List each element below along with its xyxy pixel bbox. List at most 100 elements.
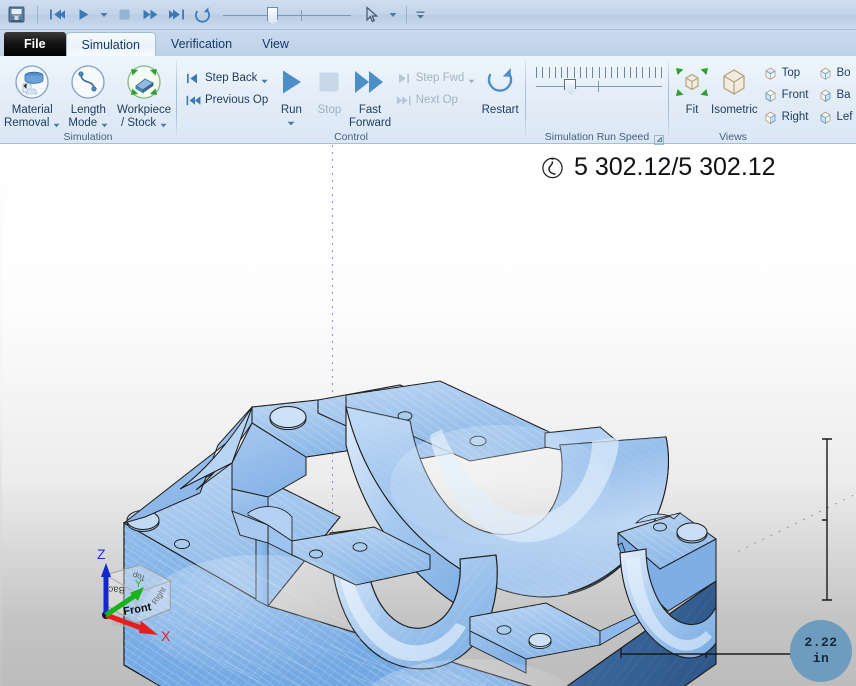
button-label-line1: Run [280, 104, 302, 116]
fast-forward-icon [351, 63, 389, 101]
next-op-icon [396, 92, 413, 109]
view-cube-left-icon [817, 109, 834, 126]
run-speed-control [530, 61, 662, 99]
button-label: Right [781, 111, 809, 123]
run-caret-down-icon[interactable] [287, 117, 295, 125]
slider-handle[interactable] [563, 79, 576, 90]
tab-verification[interactable]: Verification [156, 32, 247, 56]
toolbar-divider-2 [406, 5, 407, 24]
slider-mid-tick [597, 81, 599, 92]
stop-button[interactable] [112, 4, 136, 26]
ribbon-group-views: Fit Isometric Top Bo Front Ba Right Lef … [669, 56, 855, 144]
workpiece-stock-icon [125, 63, 163, 101]
tab-file[interactable]: File [4, 32, 66, 56]
material-removal-icon [13, 63, 51, 101]
scale-value: 2.22 [804, 635, 838, 650]
group-title-views: Views [719, 131, 747, 143]
slider-mid-tick [301, 9, 303, 21]
scale-value-badge: 2.22 in [790, 620, 852, 682]
button-label-line1: Fast [358, 104, 382, 116]
tab-simulation[interactable]: Simulation [65, 32, 156, 56]
button-label: Ba [836, 89, 851, 101]
button-label: Bo [836, 67, 851, 79]
caret-down-icon[interactable] [261, 75, 268, 83]
caret-down-icon[interactable] [101, 119, 108, 128]
view-top-button[interactable]: Top [758, 62, 813, 84]
next-op-button[interactable]: Next Op [392, 89, 480, 111]
tab-view[interactable]: View [247, 32, 304, 56]
view-front-button[interactable]: Front [758, 84, 813, 106]
view-right-button[interactable]: Right [758, 106, 813, 128]
view-orientation-triad[interactable]: Front Back Top Right Bottom Z X Y [78, 543, 190, 645]
scale-unit: in [812, 651, 830, 666]
previous-op-icon [185, 92, 202, 109]
ribbon-group-simulation: Material Removal Length Mode Workpiece /… [0, 56, 176, 144]
view-cube-back-icon [817, 87, 834, 104]
triad-axis-z-label: Z [97, 546, 106, 562]
slider-tick-marks [536, 67, 662, 78]
view-cube-right-icon [762, 109, 779, 126]
play-dropdown-caret-down-icon[interactable] [97, 4, 110, 26]
slider-track [536, 86, 662, 87]
triad-axis-y-label: Y [135, 579, 142, 590]
material-removal-button[interactable]: Material Removal [4, 61, 60, 129]
toolbar-divider [37, 5, 38, 24]
play-icon [272, 63, 310, 101]
caret-down-icon[interactable] [160, 119, 167, 128]
previous-op-button[interactable]: Previous Op [181, 89, 272, 111]
fit-view-button[interactable]: Fit [673, 61, 711, 117]
view-left-button[interactable]: Lef [813, 106, 856, 128]
machine-icon[interactable] [6, 5, 26, 25]
step-back-button[interactable]: Step Back [181, 67, 272, 89]
step-forward-button[interactable]: Step Fwd [392, 67, 480, 89]
select-dropdown-caret-down-icon[interactable] [386, 4, 399, 26]
button-label-line2: Forward [348, 116, 392, 129]
cursor-arrow-icon[interactable] [360, 4, 384, 26]
isometric-view-button[interactable]: Isometric [711, 61, 758, 117]
length-mode-icon [69, 63, 107, 101]
slider-handle[interactable] [266, 6, 278, 21]
isometric-view-icon [715, 63, 753, 101]
3d-viewport[interactable]: 5 302.12/5 302.12 Front Back Top Right B… [0, 145, 856, 686]
caret-down-icon[interactable] [468, 75, 475, 83]
standard-views-grid: Top Bo Front Ba Right Lef [758, 61, 856, 128]
fit-view-icon [673, 63, 711, 101]
view-bottom-button[interactable]: Bo [813, 62, 856, 84]
qat-speed-slider[interactable] [223, 4, 351, 26]
slider-track [223, 14, 351, 16]
view-cube-top-icon [762, 65, 779, 82]
button-label-line1: Length [70, 104, 106, 116]
button-label: Next Op [415, 94, 458, 106]
fast-forward-button[interactable]: Fast Forward [348, 61, 391, 129]
application-window: File Simulation Verification View Materi… [0, 0, 856, 686]
stop-button[interactable]: Stop [310, 61, 348, 117]
restart-loop-icon [481, 63, 519, 101]
fast-forward-button[interactable] [138, 4, 162, 26]
button-label-line1: Stop [317, 104, 342, 116]
run-speed-slider[interactable] [536, 79, 662, 99]
skip-to-end-button[interactable] [164, 4, 188, 26]
quick-access-toolbar [0, 0, 856, 30]
restart-button[interactable] [190, 4, 214, 26]
caret-down-icon[interactable] [53, 119, 60, 128]
play-button[interactable] [71, 4, 95, 26]
horizontal-scale-bar [620, 646, 792, 658]
skip-to-start-button[interactable] [45, 4, 69, 26]
workpiece-stock-button[interactable]: Workpiece / Stock [116, 61, 172, 129]
button-label: Step Back [205, 72, 258, 84]
restart-button[interactable]: Restart [479, 61, 521, 117]
step-forward-icon [396, 70, 413, 87]
button-label-line2: Mode [68, 116, 98, 129]
ribbon-group-control: Step Back Previous Op Run Stop Fast Forw… [177, 56, 525, 144]
button-label-line2: / Stock [121, 116, 157, 129]
run-speed-dialog-launcher[interactable] [654, 132, 665, 145]
button-label-line1: Restart [481, 104, 519, 116]
button-label: Previous Op [205, 94, 269, 106]
view-cube-front-icon [762, 87, 779, 104]
run-button[interactable]: Run [272, 61, 310, 125]
customize-qat-icon[interactable] [414, 4, 427, 26]
view-back-button[interactable]: Ba [813, 84, 856, 106]
button-label: Front [781, 89, 809, 101]
length-mode-button[interactable]: Length Mode [60, 61, 116, 129]
ribbon-group-run-speed: Simulation Run Speed [526, 56, 668, 145]
